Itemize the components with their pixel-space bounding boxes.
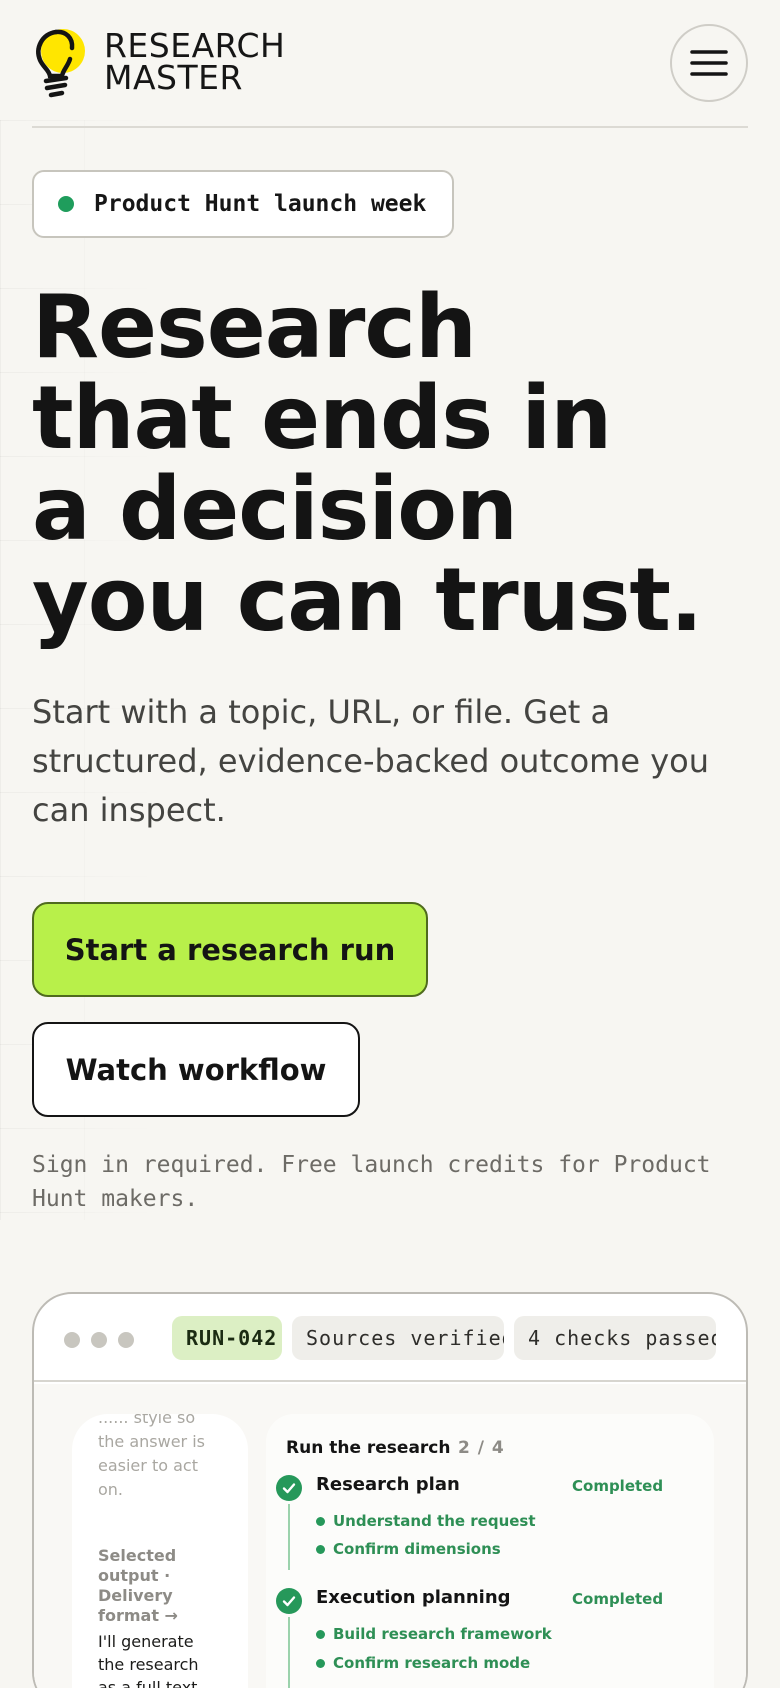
- run-progress: 2 / 4: [458, 1438, 505, 1458]
- step-subitem: Build research framework: [316, 1625, 552, 1643]
- check-circle-icon: [276, 1475, 302, 1501]
- launch-badge[interactable]: Product Hunt launch week: [32, 170, 455, 238]
- step-connector: [288, 1617, 290, 1688]
- step-subitem: Confirm research mode: [316, 1654, 530, 1672]
- chat-message: I'll generate the research as a full tex…: [98, 1632, 199, 1688]
- hero-heading: Research that ends in a decision you can…: [32, 282, 752, 646]
- hero-line: you can trust.: [32, 549, 703, 651]
- lightbulb-icon[interactable]: [32, 26, 90, 100]
- step-connector: [288, 1504, 290, 1570]
- checks-chip: 4 checks passed: [514, 1316, 716, 1360]
- preview-toolbar: RUN-042 Sources verified 4 checks passed: [34, 1294, 746, 1382]
- signin-note: Sign in required. Free launch credits fo…: [32, 1152, 711, 1212]
- step-title: Execution planning: [316, 1587, 511, 1608]
- hero-subtitle: Start with a topic, URL, or file. Get a …: [32, 693, 709, 829]
- hero-line: a decision: [32, 458, 518, 560]
- step-title: Research plan: [316, 1474, 460, 1495]
- hero-line: that ends in: [32, 367, 612, 469]
- brand-name[interactable]: RESEARCH MASTER: [104, 29, 285, 97]
- run-panel: Run the research 2 / 4 Research plan Com…: [266, 1414, 714, 1688]
- brand-line-2: MASTER: [104, 58, 243, 97]
- run-id-chip: RUN-042: [172, 1316, 282, 1360]
- step-subitem: Understand the request: [316, 1512, 536, 1530]
- step-status: Completed: [572, 1590, 664, 1608]
- menu-button[interactable]: [670, 24, 748, 102]
- window-dot-icon: [91, 1332, 107, 1348]
- chat-panel: ...... style so the answer is easier to …: [72, 1414, 248, 1688]
- site-header: RESEARCH MASTER: [32, 24, 748, 128]
- status-dot-icon: [58, 196, 74, 212]
- selected-output-label: Selected output · Delivery format →: [98, 1546, 178, 1625]
- step-subitem: Confirm dimensions: [316, 1540, 501, 1558]
- sources-chip: Sources verified: [292, 1316, 504, 1360]
- hero-line: Research: [32, 276, 477, 378]
- app-preview-card: RUN-042 Sources verified 4 checks passed…: [32, 1292, 748, 1688]
- launch-badge-label: Product Hunt launch week: [94, 191, 427, 217]
- window-dot-icon: [118, 1332, 134, 1348]
- chat-faded-text: ...... style so the answer is easier to …: [98, 1414, 205, 1499]
- window-dot-icon: [64, 1332, 80, 1348]
- watch-workflow-button[interactable]: Watch workflow: [32, 1022, 360, 1117]
- start-research-button[interactable]: Start a research run: [32, 902, 428, 997]
- hamburger-menu-icon: [690, 50, 728, 76]
- run-title: Run the research: [286, 1438, 451, 1458]
- step-status: Completed: [572, 1477, 664, 1495]
- check-circle-icon: [276, 1588, 302, 1614]
- preview-body: ...... style so the answer is easier to …: [34, 1384, 746, 1688]
